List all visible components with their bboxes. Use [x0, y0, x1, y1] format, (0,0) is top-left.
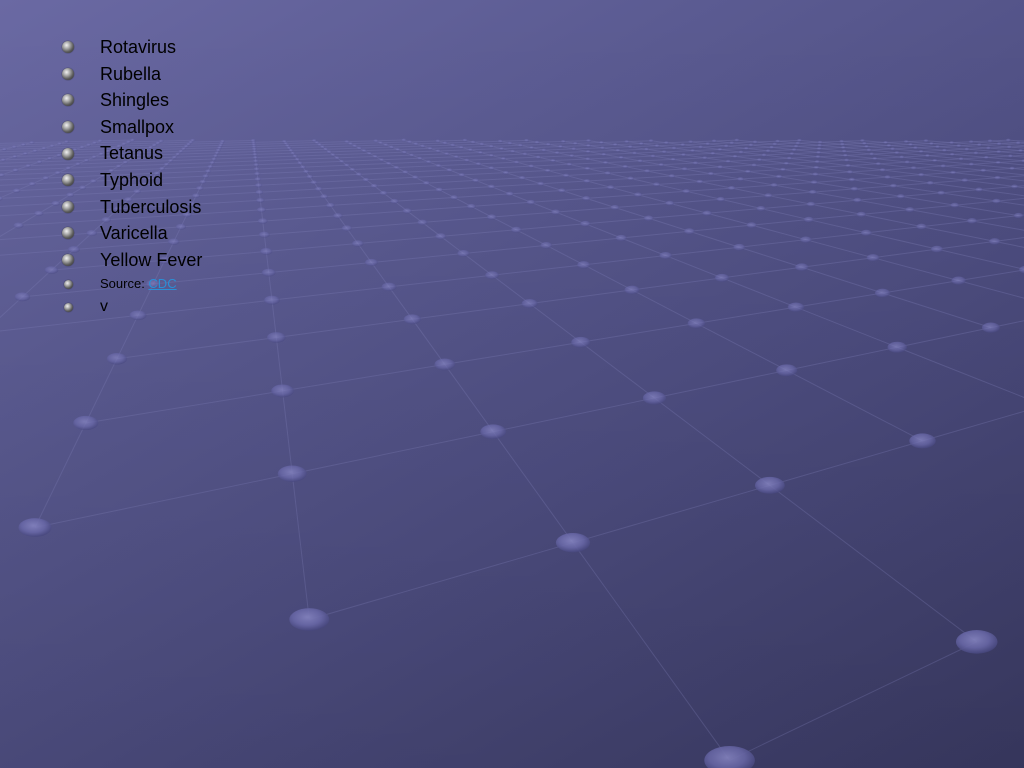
- sphere-bullet-icon: [64, 279, 73, 289]
- list-item-label: Rubella: [100, 63, 162, 84]
- list-item-label: Yellow Fever: [100, 249, 203, 270]
- list-item-label: Shingles: [100, 90, 170, 111]
- vaccine-list: Rotavirus Rubella Shingles Smallpox Teta…: [60, 34, 202, 319]
- list-item: Varicella: [60, 220, 202, 247]
- sphere-bullet-icon: [62, 67, 74, 80]
- sphere-bullet-icon: [62, 121, 74, 134]
- list-item-label: Rotavirus: [100, 37, 177, 57]
- list-item: Tetanus: [60, 140, 202, 167]
- list-item-label: v: [100, 298, 108, 316]
- source-label: Source:: [100, 276, 149, 292]
- sphere-bullet-icon: [62, 227, 74, 240]
- list-item: Rotavirus: [60, 34, 202, 61]
- source-link[interactable]: CDC: [148, 276, 176, 291]
- list-item: Typhoid: [60, 167, 202, 194]
- sphere-bullet-icon: [62, 94, 74, 107]
- list-item-label: Tuberculosis: [100, 196, 202, 217]
- sphere-bullet-icon: [62, 200, 74, 213]
- list-item: Yellow Fever: [60, 247, 202, 274]
- list-item-label: Typhoid: [100, 169, 164, 190]
- list-item-label: Smallpox: [100, 116, 175, 137]
- list-item: Tuberculosis: [60, 194, 202, 221]
- source-item: Source: CDC: [60, 273, 202, 295]
- list-item-label: Varicella: [100, 223, 168, 244]
- list-item: v: [60, 295, 202, 319]
- list-item: Smallpox: [60, 114, 202, 141]
- sphere-bullet-icon: [64, 302, 73, 312]
- list-item: Rubella: [60, 61, 202, 88]
- sphere-bullet-icon: [62, 41, 74, 54]
- sphere-bullet-icon: [62, 147, 74, 160]
- list-item-label: Tetanus: [100, 143, 164, 164]
- list-item: Shingles: [60, 87, 202, 114]
- sphere-bullet-icon: [62, 174, 74, 187]
- sphere-bullet-icon: [62, 254, 74, 267]
